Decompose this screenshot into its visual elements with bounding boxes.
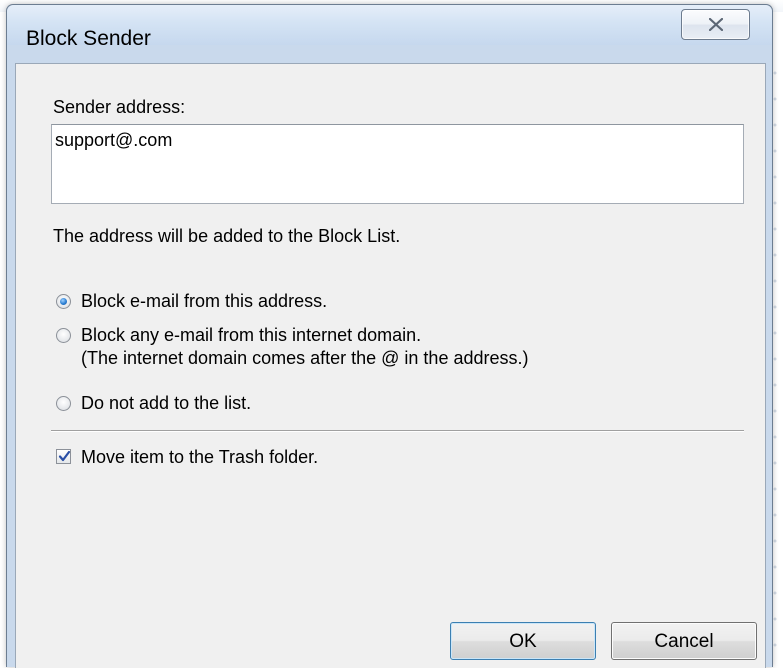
close-button[interactable] xyxy=(681,9,750,40)
block-email-label: Block e-mail from this address. xyxy=(81,291,328,311)
sender-address-label: Sender address: xyxy=(53,97,186,117)
block-email-radio[interactable] xyxy=(56,294,71,309)
block-domain-label: Block any e-mail from this internet doma… xyxy=(81,325,422,345)
block-sender-dialog: Block Sender Sender address: support@.co… xyxy=(6,4,773,668)
move-to-trash-checkbox[interactable] xyxy=(56,449,71,464)
checkmark-icon xyxy=(58,450,71,462)
block-list-info-text: The address will be added to the Block L… xyxy=(53,226,401,246)
ok-button[interactable]: OK xyxy=(450,622,596,660)
do-not-add-label: Do not add to the list. xyxy=(81,393,252,413)
move-to-trash-label: Move item to the Trash folder. xyxy=(81,447,319,467)
title-bar[interactable]: Block Sender xyxy=(7,5,772,50)
cancel-button[interactable]: Cancel xyxy=(611,622,757,660)
dialog-title: Block Sender xyxy=(26,27,151,50)
separator-line xyxy=(51,430,744,432)
block-domain-note: (The internet domain comes after the @ i… xyxy=(81,348,529,368)
sender-address-field[interactable]: support@.com xyxy=(51,124,744,204)
dialog-content: Sender address: support@.com The address… xyxy=(15,63,766,668)
block-domain-radio[interactable] xyxy=(56,328,71,343)
do-not-add-radio[interactable] xyxy=(56,396,71,411)
close-icon xyxy=(709,18,723,31)
